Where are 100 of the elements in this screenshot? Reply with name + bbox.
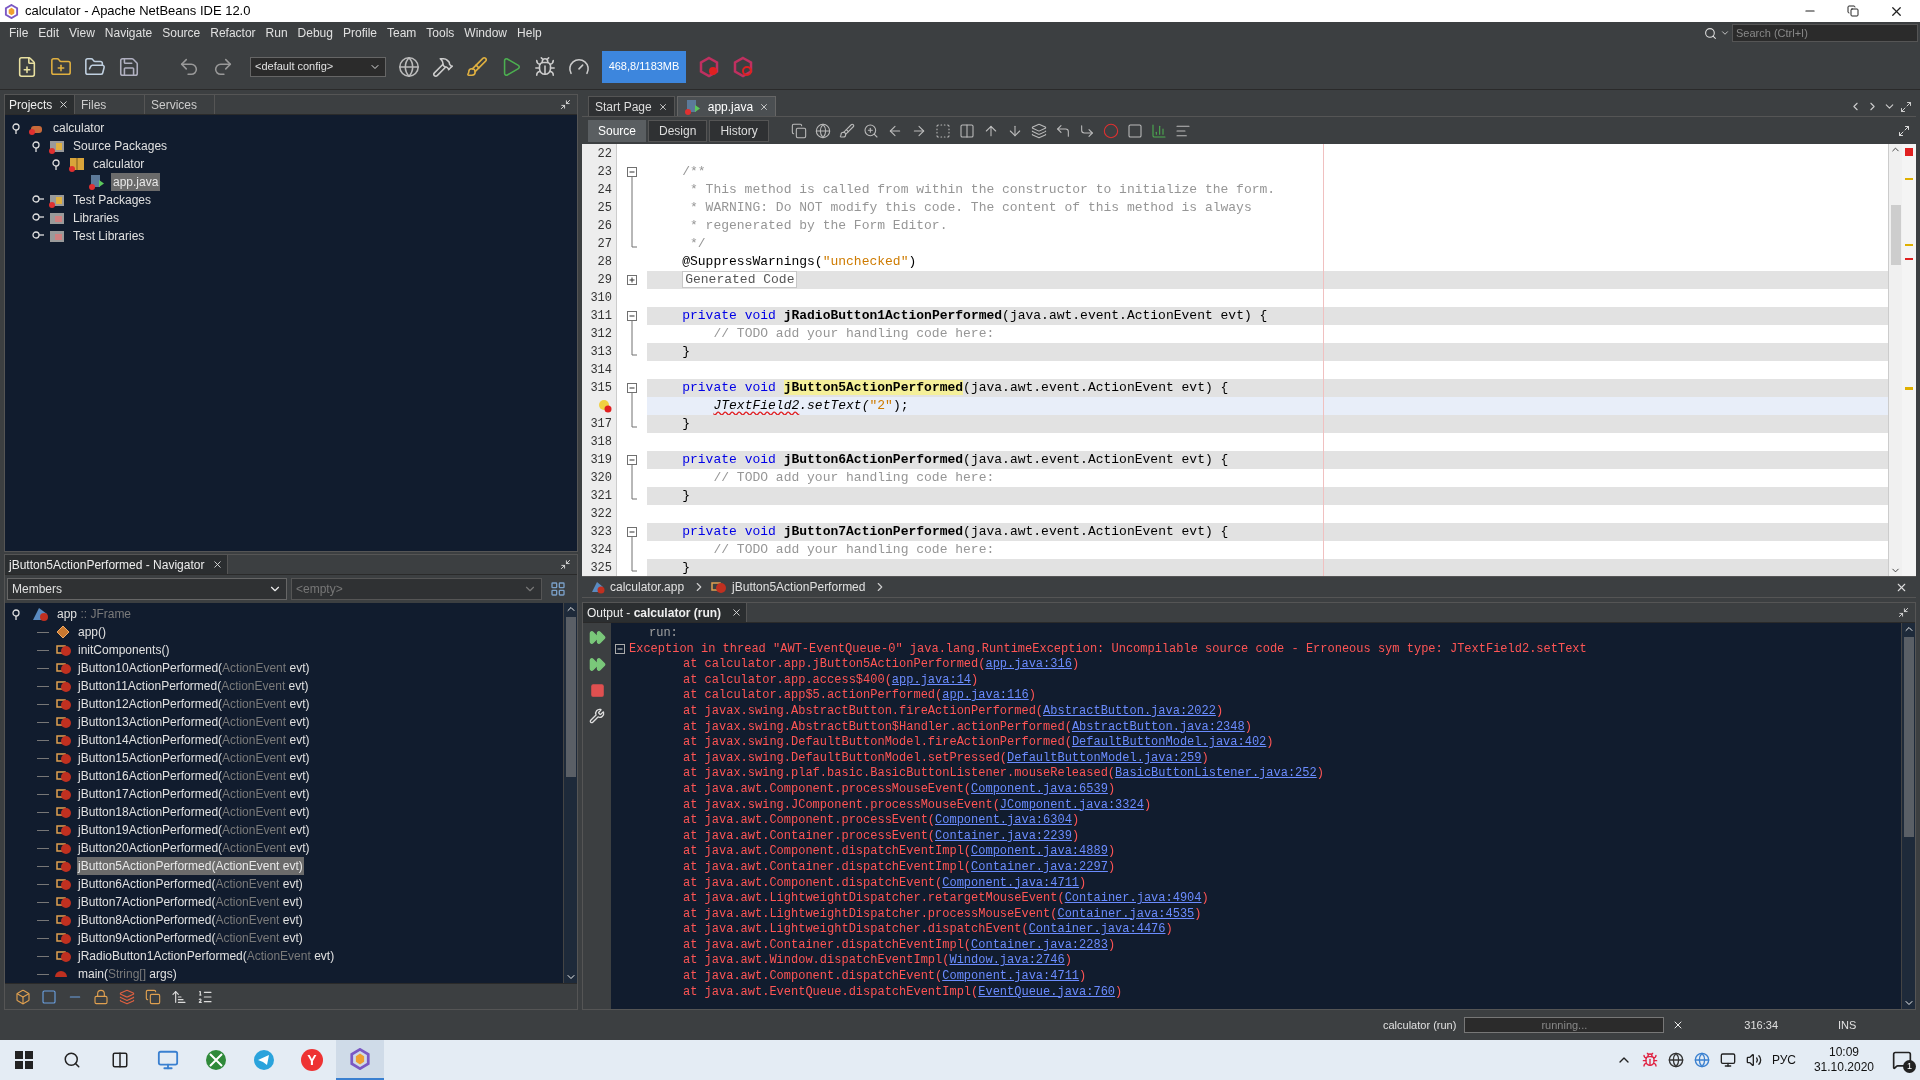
new-file-icon[interactable] [16, 55, 38, 78]
rerun-icon[interactable] [588, 629, 606, 646]
menu-item[interactable]: Window [459, 24, 513, 42]
source-link[interactable]: AbstractButton.java:2022 [1043, 703, 1216, 718]
member-item[interactable]: jButton5ActionPerformed(ActionEvent evt) [77, 857, 304, 875]
menu-item[interactable]: Debug [292, 24, 338, 42]
source-link[interactable]: Container.java:2239 [935, 828, 1072, 843]
menu-item[interactable]: View [64, 24, 100, 42]
folded-code[interactable]: Generated Code [682, 271, 798, 289]
clock-time[interactable]: 10:09 [1828, 1045, 1859, 1060]
open-folder-icon[interactable] [84, 55, 106, 78]
view-tab[interactable]: History [709, 119, 769, 142]
menu-item[interactable]: File [4, 24, 34, 42]
menu-item[interactable]: Navigate [99, 24, 158, 42]
source-link[interactable]: Window.java:2746 [949, 953, 1065, 968]
member-item[interactable]: jButton15ActionPerformed(ActionEvent evt) [77, 749, 311, 767]
taskbar-app[interactable] [336, 1040, 384, 1080]
source-link[interactable]: Component.java:4889 [971, 844, 1108, 859]
source-link[interactable]: Component.java:4711 [942, 969, 1080, 984]
stop-icon[interactable] [589, 683, 605, 698]
member-item[interactable]: jButton6ActionPerformed(ActionEvent evt) [77, 875, 304, 893]
tree-item[interactable]: app.java [111, 173, 161, 191]
source-link[interactable]: Component.java:4711 [942, 875, 1080, 890]
menu-item[interactable]: Run [260, 24, 293, 42]
clock-date[interactable]: 31.10.2020 [1813, 1060, 1874, 1075]
lock-icon[interactable] [93, 988, 109, 1005]
language-indicator[interactable]: РУС [1771, 1051, 1796, 1069]
close-icon[interactable] [731, 607, 743, 618]
source-link[interactable]: Container.java:2297 [971, 859, 1108, 874]
tree-item[interactable]: calculator [51, 119, 107, 137]
panel-tab[interactable]: Files [75, 95, 145, 114]
source-link[interactable]: Container.java:4476 [1028, 922, 1166, 937]
member-item[interactable]: main(String[] args) [77, 965, 178, 983]
split-icon[interactable] [1898, 124, 1910, 137]
source-link[interactable]: Component.java:6304 [935, 813, 1072, 828]
source-link[interactable]: EventQueue.java:760 [978, 984, 1116, 999]
globe-icon[interactable] [1667, 1052, 1684, 1068]
maximize-icon[interactable] [1900, 100, 1912, 113]
member-item[interactable]: jButton14ActionPerformed(ActionEvent evt) [77, 731, 311, 749]
search-icon[interactable] [63, 1051, 81, 1069]
globe-icon[interactable] [814, 122, 831, 139]
search-field[interactable]: Search (Ctrl+I) [1732, 24, 1918, 42]
memory-indicator[interactable]: 468,8/1183MB [602, 50, 686, 83]
minimize-icon[interactable] [1898, 607, 1909, 618]
member-item[interactable]: jButton7ActionPerformed(ActionEvent evt) [77, 893, 304, 911]
member-item[interactable]: jButton12ActionPerformed(ActionEvent evt) [77, 695, 311, 713]
layers-icon[interactable] [1030, 122, 1047, 139]
tree-item[interactable]: calculator [91, 155, 147, 173]
bug-icon[interactable] [1641, 1052, 1658, 1068]
member-item[interactable]: initComponents() [77, 641, 171, 659]
brush-icon[interactable] [466, 55, 488, 78]
list-icon[interactable] [197, 988, 213, 1005]
panel-tab[interactable]: Projects [5, 95, 75, 114]
copy-icon[interactable] [790, 122, 807, 139]
menu-item[interactable]: Source [157, 24, 206, 42]
member-item[interactable]: app() [77, 623, 107, 641]
menu-item[interactable]: Help [512, 24, 547, 42]
members-dropdown[interactable]: Members [7, 578, 287, 600]
member-item[interactable]: jRadioButton1ActionPerformed(ActionEvent evt) [77, 947, 336, 965]
shift-right-icon[interactable] [1078, 122, 1095, 139]
source-link[interactable]: Container.java:2283 [971, 937, 1108, 952]
breadcrumb[interactable]: calculator.app [610, 578, 685, 596]
error-bulb-icon[interactable] [598, 399, 612, 413]
member-item[interactable]: jButton9ActionPerformed(ActionEvent evt) [77, 929, 304, 947]
rerun-icon[interactable] [588, 656, 606, 673]
caret-icon[interactable] [1720, 28, 1730, 38]
tree-item[interactable]: Test Libraries [71, 227, 147, 245]
member-item[interactable]: jButton18ActionPerformed(ActionEvent evt) [77, 803, 311, 821]
tree-item[interactable]: Libraries [71, 209, 122, 227]
brush-icon[interactable] [838, 122, 855, 139]
taskbar-app[interactable]: Y [288, 1040, 336, 1080]
member-item[interactable]: jButton16ActionPerformed(ActionEvent evt) [77, 767, 311, 785]
debug-icon[interactable] [534, 55, 556, 78]
source-link[interactable]: DefaultButtonModel.java:259 [1007, 750, 1202, 765]
editor-tab[interactable]: app.java [676, 96, 777, 116]
tree-item[interactable]: Source Packages [71, 137, 170, 155]
minimize-icon[interactable] [560, 559, 571, 570]
globe-icon[interactable] [398, 55, 420, 78]
scrollbar[interactable] [1901, 623, 1915, 1009]
restore-icon[interactable] [1847, 5, 1859, 17]
breadcrumb[interactable]: jButton5ActionPerformed [732, 578, 866, 596]
source-link[interactable]: Component.java:6539 [971, 781, 1108, 796]
sort-icon[interactable] [171, 988, 187, 1005]
scroll-thumb[interactable] [565, 617, 576, 777]
menu-item[interactable]: Tools [421, 24, 460, 42]
minimize-icon[interactable] [560, 99, 571, 110]
panel-tab[interactable]: Output - calculator (run) [583, 603, 748, 622]
source-link[interactable]: JComponent.java:3324 [999, 797, 1144, 812]
class-name[interactable]: app :: JFrame [57, 605, 132, 623]
source-link[interactable]: app.java:116 [942, 688, 1029, 703]
member-item[interactable]: jButton8ActionPerformed(ActionEvent evt) [77, 911, 304, 929]
expand-handle-icon[interactable] [31, 194, 45, 206]
source-link[interactable]: AbstractButton.java:2348 [1071, 719, 1245, 734]
tree-item[interactable]: Test Packages [71, 191, 154, 209]
new-folder-icon[interactable] [50, 55, 72, 78]
stop-icon[interactable] [1126, 122, 1143, 139]
expand-handle-icon[interactable] [31, 230, 45, 242]
close-icon[interactable] [212, 559, 224, 570]
selection-icon[interactable] [934, 122, 951, 139]
notifications-icon[interactable] [1892, 1050, 1912, 1070]
